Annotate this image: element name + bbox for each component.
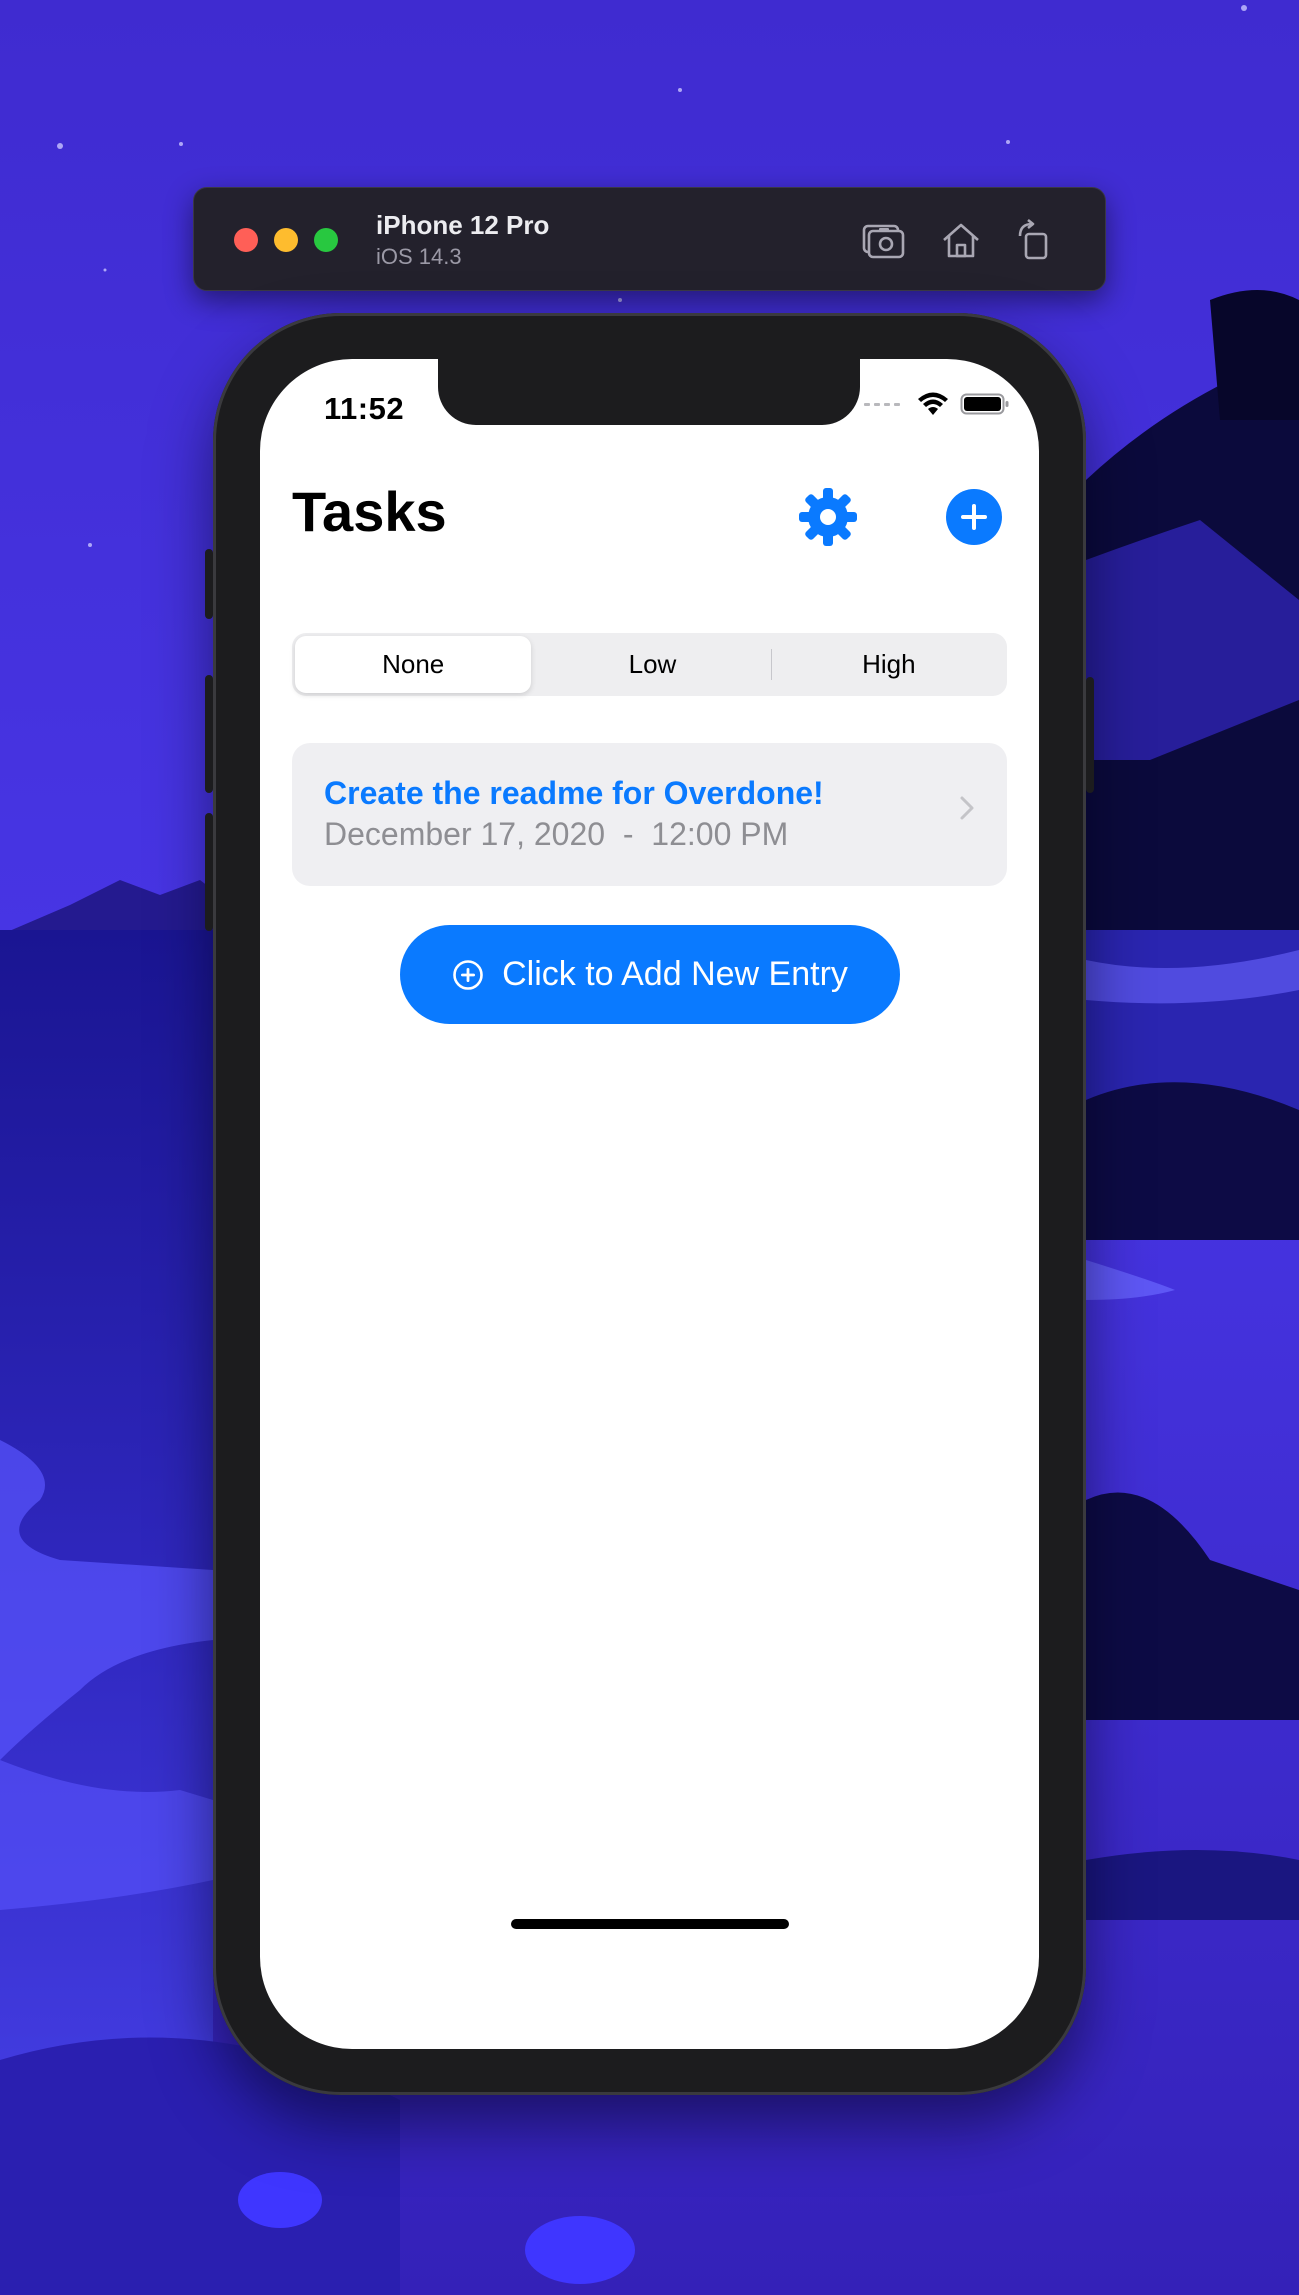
chevron-right-icon <box>960 796 974 820</box>
volume-up-button <box>205 675 213 793</box>
add-new-entry-label: Click to Add New Entry <box>502 955 848 993</box>
notch <box>438 359 860 425</box>
list-item[interactable]: Create the readme for Overdone! December… <box>292 743 1007 886</box>
minimize-window-button[interactable] <box>274 228 298 252</box>
rotate-button[interactable] <box>1012 218 1058 262</box>
segment-label: None <box>382 649 445 679</box>
segment-high[interactable]: High <box>770 633 1007 696</box>
segment-divider <box>770 649 772 680</box>
simulator-toolbar: iPhone 12 Pro iOS 14.3 <box>193 187 1106 291</box>
status-icons <box>864 391 1010 417</box>
plus-circle-outline-icon <box>453 959 483 990</box>
settings-button[interactable] <box>796 485 860 549</box>
volume-down-button <box>205 813 213 931</box>
device-name: iPhone 12 Pro <box>376 210 550 240</box>
screenshot-icon <box>862 224 905 259</box>
home-indicator <box>511 1919 789 1929</box>
page-title: Tasks <box>292 480 447 543</box>
rotate-icon <box>1018 218 1048 260</box>
wifi-icon <box>918 392 948 415</box>
power-button <box>1086 677 1094 793</box>
cellular-icon <box>864 402 900 406</box>
mute-switch <box>205 549 213 619</box>
screenshot-button[interactable] <box>860 218 906 262</box>
task-date: December 17, 2020 - 12:00 PM <box>324 816 789 852</box>
zoom-window-button[interactable] <box>314 228 338 252</box>
status-time: 11:52 <box>324 391 405 426</box>
add-task-button[interactable] <box>946 489 1002 545</box>
app-screen: 11:52 Tasks None Low High Create the rea… <box>260 359 1039 2049</box>
task-title: Create the readme for Overdone! <box>324 775 824 811</box>
plus-circle-icon <box>961 504 987 530</box>
gear-icon <box>799 488 857 546</box>
segment-label: Low <box>628 649 677 679</box>
close-window-button[interactable] <box>234 228 258 252</box>
battery-icon <box>960 393 1009 415</box>
segment-low[interactable]: Low <box>534 633 770 696</box>
add-new-entry-button[interactable]: Click to Add New Entry <box>400 925 900 1024</box>
priority-filter: None Low High <box>292 633 1007 696</box>
os-version: iOS 14.3 <box>376 244 462 269</box>
home-icon <box>943 223 979 258</box>
iphone-frame: 11:52 Tasks None Low High Create the rea… <box>205 313 1094 2095</box>
segment-none[interactable]: None <box>295 636 532 693</box>
segment-label: High <box>862 649 916 679</box>
home-button[interactable] <box>938 218 984 262</box>
